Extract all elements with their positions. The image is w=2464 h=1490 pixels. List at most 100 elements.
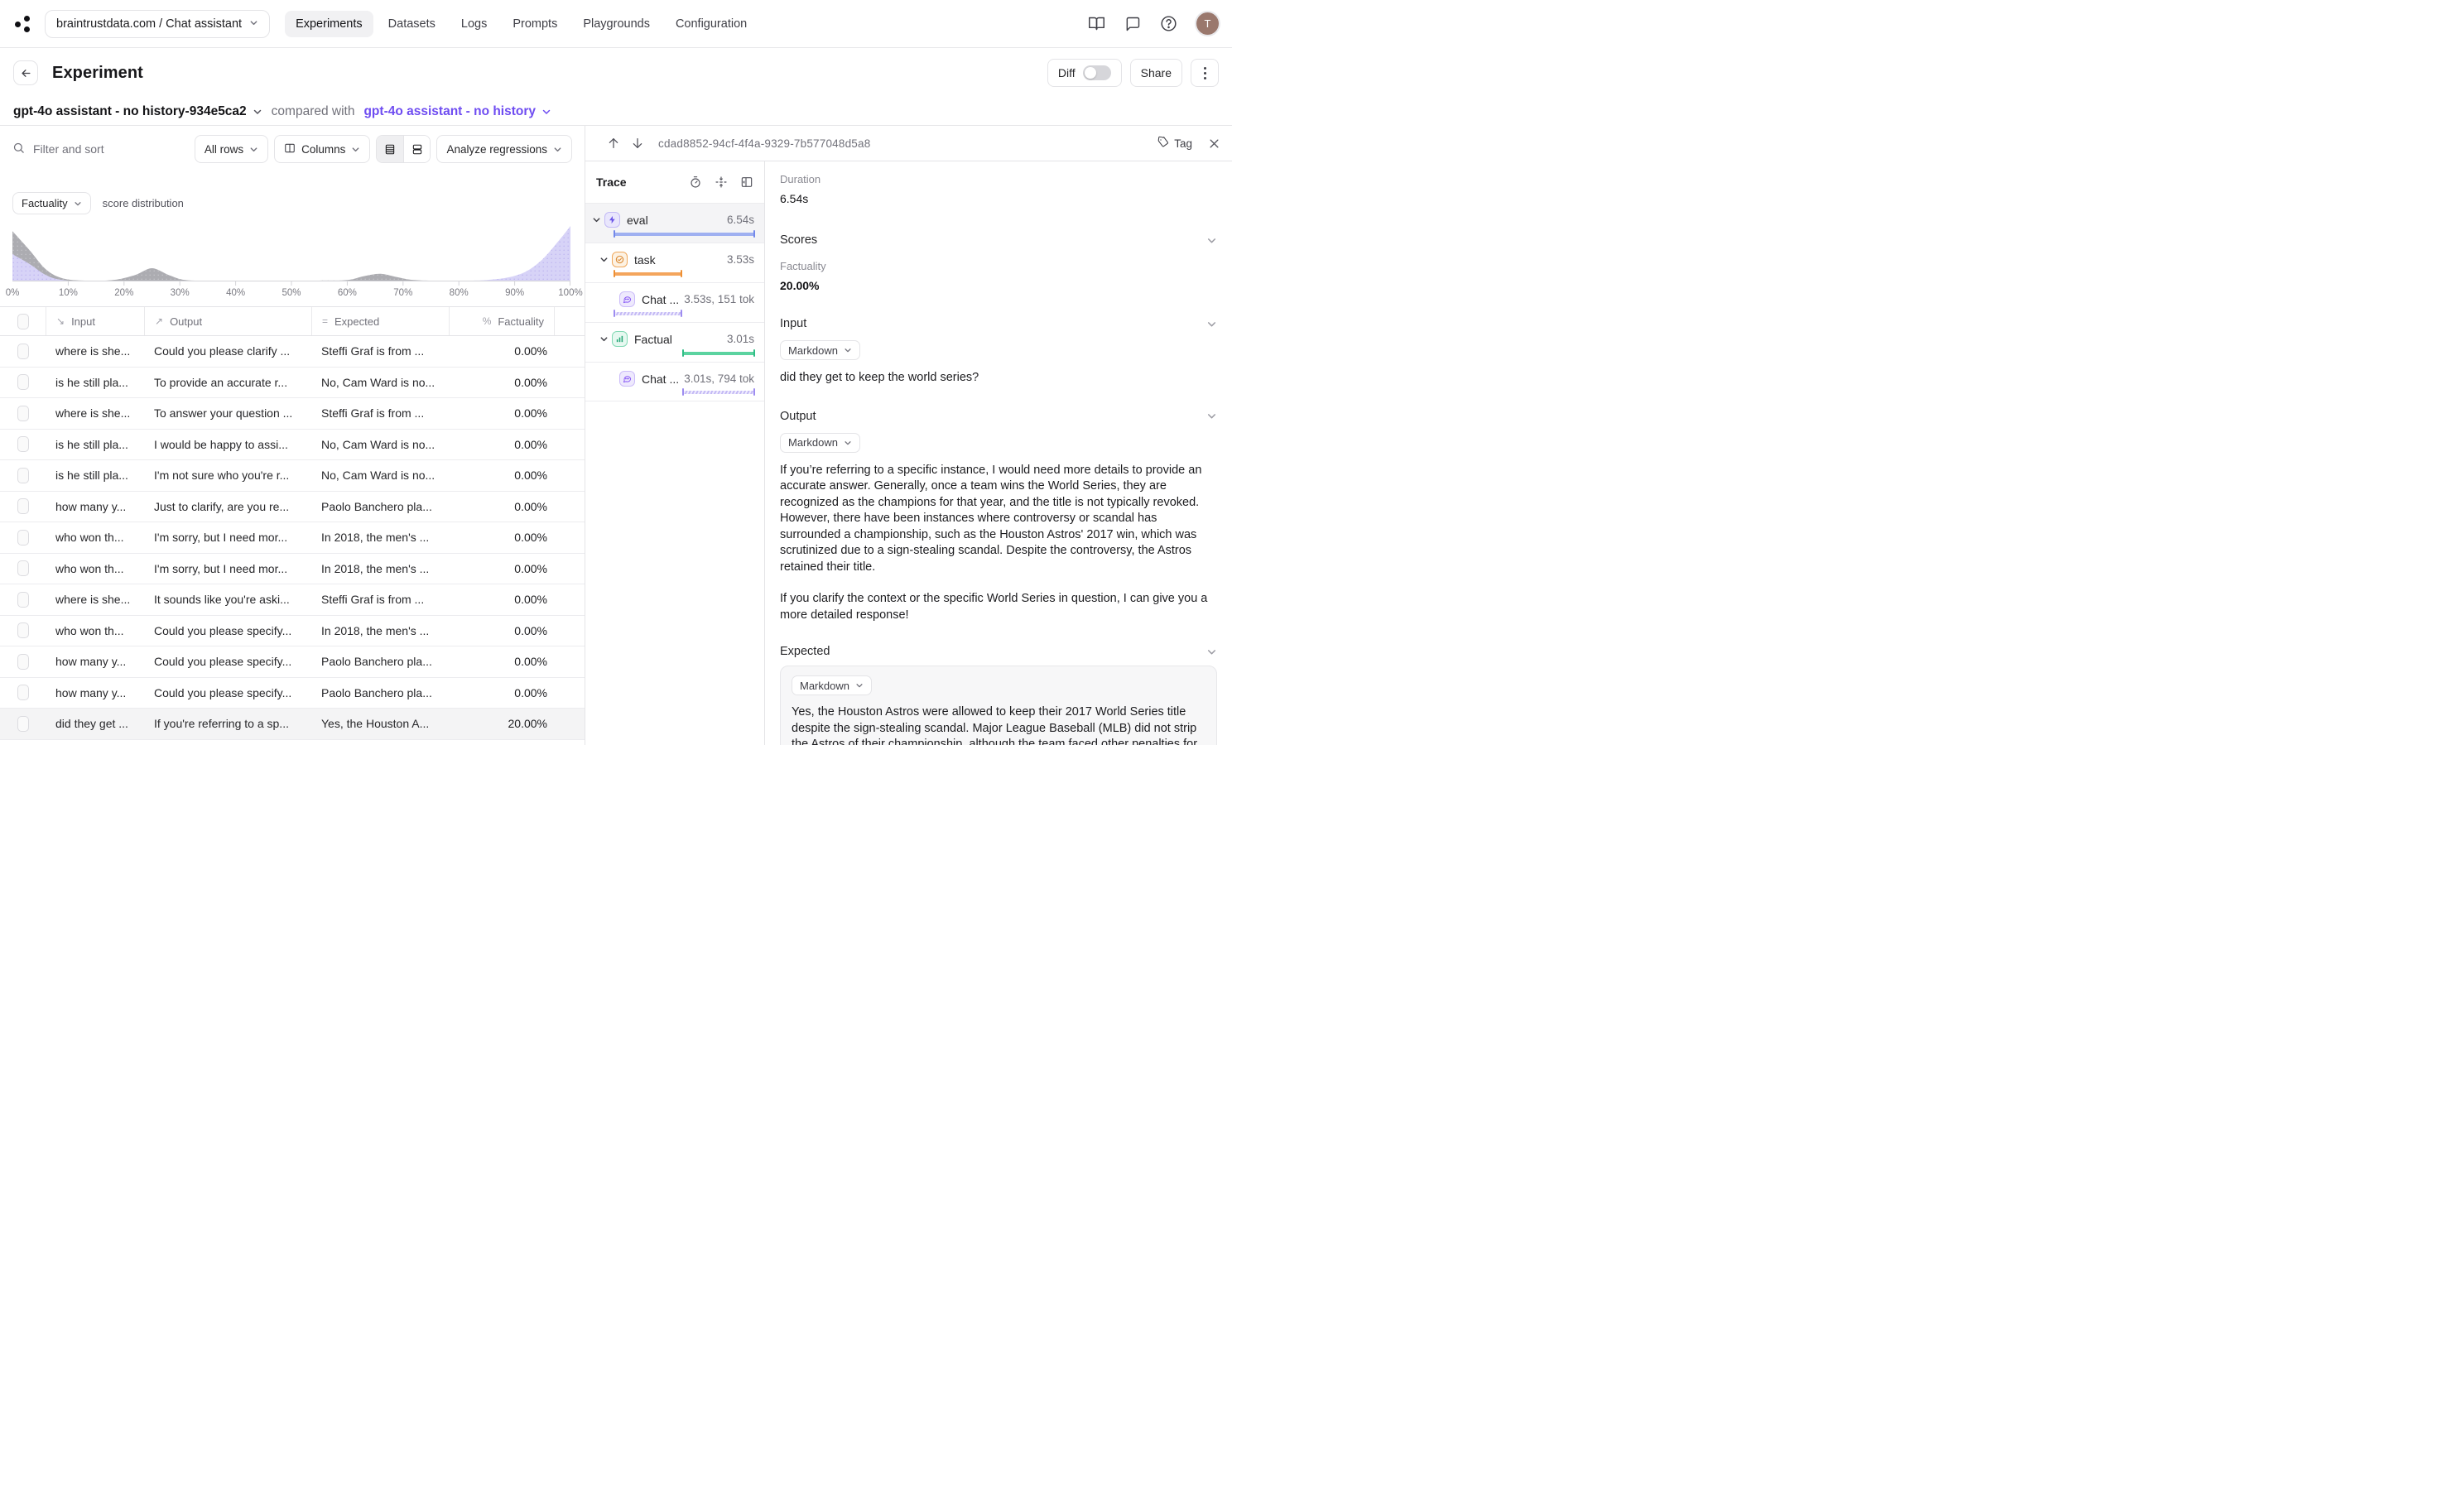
table-row[interactable]: how many y...Could you please specify...… <box>0 646 585 678</box>
span-name: Chat ... <box>642 293 679 306</box>
table-row[interactable]: how many y...Could you please specify...… <box>0 678 585 709</box>
column-header-label: Output <box>170 315 202 328</box>
row-checkbox[interactable] <box>17 592 29 608</box>
prev-row-button[interactable] <box>607 137 620 150</box>
back-button[interactable] <box>13 60 38 85</box>
trace-row-factual[interactable]: Factual3.01s <box>585 322 764 362</box>
baseline-experiment-name: gpt-4o assistant - no history <box>363 104 536 119</box>
select-all-checkbox[interactable] <box>17 314 29 329</box>
primary-experiment-selector[interactable]: gpt-4o assistant - no history-934e5ca2 <box>13 104 262 119</box>
table-row[interactable]: is he still pla...I would be happy to as… <box>0 430 585 461</box>
chat-span-icon <box>619 291 635 307</box>
table-row[interactable]: where is she...Could you please clarify … <box>0 336 585 368</box>
expected-section-header[interactable]: Expected <box>780 645 1217 658</box>
equals-icon: = <box>322 315 328 327</box>
panel-left-icon[interactable] <box>740 175 753 189</box>
column-header-expected[interactable]: =Expected <box>311 307 449 335</box>
table-row[interactable]: who won th...I'm sorry, but I need mor..… <box>0 554 585 585</box>
table-row[interactable]: who won th...Could you please specify...… <box>0 616 585 647</box>
table-row[interactable]: where is she...It sounds like you're ask… <box>0 584 585 616</box>
trace-panel-region: cdad8852-94cf-4f4a-9329-7b577048d5a8 Tag <box>585 126 1232 745</box>
tab-playgrounds[interactable]: Playgrounds <box>572 11 661 37</box>
row-checkbox[interactable] <box>17 344 29 359</box>
column-header-input[interactable]: ↘Input <box>46 307 144 335</box>
tab-configuration[interactable]: Configuration <box>665 11 758 37</box>
input-format-dropdown[interactable]: Markdown <box>780 340 860 360</box>
chevron-down-icon[interactable] <box>599 334 610 344</box>
tab-experiments[interactable]: Experiments <box>285 11 373 37</box>
feedback-chat-icon[interactable] <box>1124 16 1141 32</box>
row-checkbox-cell <box>0 622 46 638</box>
list-view-button[interactable] <box>377 136 403 162</box>
trace-row-task[interactable]: task3.53s <box>585 243 764 282</box>
columns-dropdown[interactable]: Columns <box>274 135 370 163</box>
row-checkbox[interactable] <box>17 716 29 732</box>
tab-prompts[interactable]: Prompts <box>502 11 568 37</box>
row-checkbox[interactable] <box>17 436 29 452</box>
split-view-button[interactable] <box>403 136 430 162</box>
tag-button[interactable]: Tag <box>1157 136 1192 151</box>
output-format-dropdown[interactable]: Markdown <box>780 433 860 453</box>
diff-toggle-button[interactable]: Diff <box>1047 59 1122 87</box>
close-icon[interactable] <box>1208 137 1220 150</box>
cell-input: how many y... <box>46 686 144 699</box>
analyze-regressions-dropdown[interactable]: Analyze regressions <box>436 135 572 163</box>
cell-expected: Steffi Graf is from ... <box>311 344 449 358</box>
cell-factuality: 0.00% <box>449 593 554 606</box>
table-row[interactable]: did they get ...If you're referring to a… <box>0 740 585 746</box>
row-checkbox[interactable] <box>17 622 29 638</box>
column-header-label: Input <box>71 315 95 328</box>
metric-selector[interactable]: Factuality <box>12 192 91 214</box>
columns-label: Columns <box>301 143 345 156</box>
row-checkbox[interactable] <box>17 468 29 483</box>
x-tick-label: 100% <box>554 288 585 298</box>
docs-book-icon[interactable] <box>1088 15 1105 32</box>
avatar[interactable]: T <box>1196 12 1219 35</box>
input-section-header[interactable]: Input <box>780 317 1217 330</box>
scores-section-header[interactable]: Scores <box>780 233 1217 247</box>
table-row[interactable]: who won th...I'm sorry, but I need mor..… <box>0 522 585 554</box>
row-checkbox[interactable] <box>17 685 29 700</box>
cell-output: It sounds like you're aski... <box>144 593 311 606</box>
table-row[interactable]: is he still pla...I'm not sure who you'r… <box>0 460 585 492</box>
baseline-experiment-selector[interactable]: gpt-4o assistant - no history <box>363 104 551 119</box>
row-checkbox[interactable] <box>17 654 29 670</box>
all-rows-dropdown[interactable]: All rows <box>195 135 268 163</box>
help-icon[interactable] <box>1160 15 1177 32</box>
row-checkbox[interactable] <box>17 374 29 390</box>
collapse-vertical-icon[interactable] <box>715 175 728 189</box>
duration-label: Duration <box>780 173 1217 185</box>
filter-input[interactable]: Filter and sort <box>12 142 189 156</box>
trace-row-chat[interactable]: Chat ...3.01s, 794 tok <box>585 362 764 401</box>
more-menu-button[interactable] <box>1191 59 1219 87</box>
column-header-output[interactable]: ↗Output <box>144 307 311 335</box>
project-selector[interactable]: braintrustdata.com / Chat assistant <box>45 10 270 38</box>
timer-icon[interactable] <box>689 175 702 189</box>
table-row[interactable]: where is she...To answer your question .… <box>0 398 585 430</box>
trace-row-chat[interactable]: Chat ...3.53s, 151 tok <box>585 282 764 322</box>
timeline-end-tick <box>682 388 684 396</box>
chevron-down-icon[interactable] <box>599 255 610 264</box>
row-checkbox[interactable] <box>17 498 29 514</box>
table-row[interactable]: did they get ...If you're referring to a… <box>0 709 585 740</box>
top-nav: braintrustdata.com / Chat assistant Expe… <box>0 0 1232 48</box>
cell-factuality: 0.00% <box>449 406 554 420</box>
cell-output: If you're referring to a sp... <box>144 717 311 730</box>
tab-datasets[interactable]: Datasets <box>378 11 446 37</box>
row-checkbox[interactable] <box>17 530 29 546</box>
table-row[interactable]: is he still pla...To provide an accurate… <box>0 368 585 399</box>
tab-logs[interactable]: Logs <box>450 11 498 37</box>
diff-toggle[interactable] <box>1083 65 1111 80</box>
expected-format-dropdown[interactable]: Markdown <box>792 675 872 695</box>
share-button[interactable]: Share <box>1130 59 1182 87</box>
column-header-factuality[interactable]: %Factuality <box>449 307 554 335</box>
share-label: Share <box>1141 66 1172 79</box>
table-row[interactable]: how many y...Just to clarify, are you re… <box>0 492 585 523</box>
next-row-button[interactable] <box>631 137 644 150</box>
chevron-down-icon[interactable] <box>592 215 603 224</box>
trace-row-eval[interactable]: eval6.54s <box>585 203 764 243</box>
row-checkbox[interactable] <box>17 560 29 576</box>
output-section-header[interactable]: Output <box>780 410 1217 423</box>
braintrust-logo-icon[interactable] <box>13 13 35 35</box>
row-checkbox[interactable] <box>17 406 29 421</box>
